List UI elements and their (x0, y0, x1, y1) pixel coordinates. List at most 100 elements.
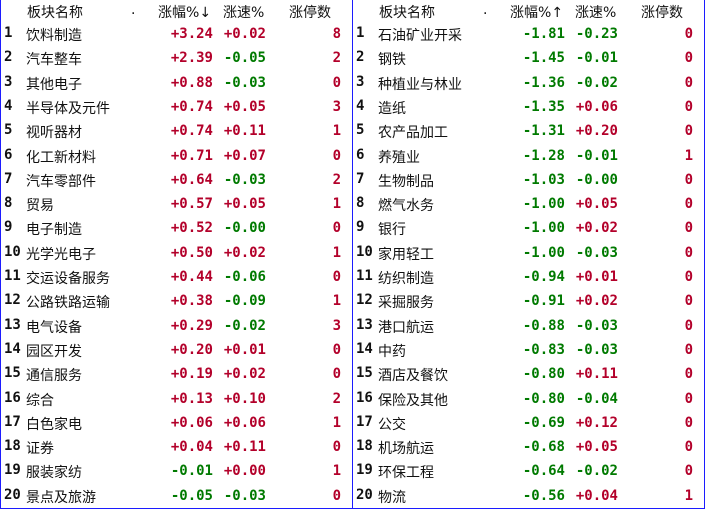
table-row[interactable]: 15 通信服务 +0.19 +0.02 0 (1, 362, 352, 386)
limit-up-count: 0 (684, 341, 693, 358)
row-index: 16 (4, 389, 21, 406)
row-index: 12 (356, 292, 373, 309)
limit-up-count: 1 (684, 487, 693, 504)
table-row[interactable]: 5 农产品加工 -1.31 +0.20 0 (353, 119, 704, 143)
limit-up-count: 0 (684, 414, 693, 431)
change-speed: +0.02 (575, 220, 618, 237)
limit-up-count: 0 (684, 366, 693, 383)
col-header-stop[interactable]: 涨停数 (641, 2, 683, 22)
sector-name: 燃气水务 (378, 198, 434, 215)
sector-name: 交运设备服务 (26, 271, 110, 287)
col-header-name[interactable]: 板块名称 (27, 2, 83, 22)
sort-desc-icon[interactable]: ↓ (199, 5, 211, 21)
limit-up-count: 0 (332, 220, 341, 237)
table-row[interactable]: 11 交运设备服务 +0.44 -0.06 0 (1, 265, 352, 289)
change-pct: +0.04 (170, 439, 213, 456)
change-pct: -0.05 (170, 487, 213, 504)
table-row[interactable]: 9 银行 -1.00 +0.02 0 (353, 216, 704, 240)
table-row[interactable]: 14 园区开发 +0.20 +0.01 0 (1, 338, 352, 362)
table-row[interactable]: 10 家用轻工 -1.00 -0.03 0 (353, 241, 704, 265)
table-row[interactable]: 12 采掘服务 -0.91 +0.02 0 (353, 289, 704, 313)
col-header-stop[interactable]: 涨停数 (289, 2, 331, 22)
sector-name: 证券 (26, 441, 54, 458)
table-row[interactable]: 2 钢铁 -1.45 -0.01 0 (353, 46, 704, 70)
change-speed: -0.05 (223, 50, 266, 67)
col-header-spd[interactable]: 涨速% (575, 2, 616, 22)
table-row[interactable]: 13 电气设备 +0.29 -0.02 3 (1, 314, 352, 338)
table-row[interactable]: 13 港口航运 -0.88 -0.03 0 (353, 314, 704, 338)
table-row[interactable]: 6 养殖业 -1.28 -0.01 1 (353, 144, 704, 168)
table-row[interactable]: 8 贸易 +0.57 +0.05 1 (1, 192, 352, 216)
table-row[interactable]: 17 公交 -0.69 +0.12 0 (353, 411, 704, 435)
change-speed: +0.05 (575, 439, 618, 456)
row-index: 6 (356, 146, 365, 163)
change-speed: +0.20 (575, 123, 618, 140)
col-header-pct-label: 涨幅% (510, 5, 552, 21)
table-row[interactable]: 15 酒店及餐饮 -0.80 +0.11 0 (353, 362, 704, 386)
row-index: 19 (356, 462, 373, 479)
table-row[interactable]: 20 景点及旅游 -0.05 -0.03 0 (1, 484, 352, 508)
change-speed: -0.02 (575, 74, 618, 91)
row-index: 14 (4, 340, 21, 357)
table-row[interactable]: 7 汽车零部件 +0.64 -0.03 2 (1, 168, 352, 192)
table-row[interactable]: 19 服装家纺 -0.01 +0.00 1 (1, 459, 352, 483)
table-row[interactable]: 6 化工新材料 +0.71 +0.07 0 (1, 144, 352, 168)
table-row[interactable]: 4 半导体及元件 +0.74 +0.05 3 (1, 95, 352, 119)
col-header-name[interactable]: 板块名称 (379, 2, 435, 22)
change-pct: -1.35 (522, 98, 565, 115)
col-header-pct[interactable]: 涨幅%↑ (510, 2, 563, 22)
row-index: 5 (356, 122, 365, 139)
table-row[interactable]: 17 白色家电 +0.06 +0.06 1 (1, 411, 352, 435)
table-row[interactable]: 12 公路铁路运输 +0.38 -0.09 1 (1, 289, 352, 313)
change-pct: -1.81 (522, 26, 565, 42)
col-header-pct[interactable]: 涨幅%↓ (158, 2, 211, 22)
sort-asc-icon[interactable]: ↑ (551, 5, 563, 21)
change-speed: +0.02 (223, 26, 266, 42)
left-header-row: 板块名称 . 涨幅%↓ 涨速% 涨停数 (1, 0, 352, 22)
change-pct: -0.91 (522, 293, 565, 310)
table-row[interactable]: 1 石油矿业开采 -1.81 -0.23 0 (353, 22, 704, 46)
row-index: 11 (356, 268, 373, 284)
sector-name: 钢铁 (378, 52, 406, 69)
change-pct: -0.68 (522, 439, 565, 456)
table-row[interactable]: 8 燃气水务 -1.00 +0.05 0 (353, 192, 704, 216)
table-row[interactable]: 1 饮料制造 +3.24 +0.02 8 (1, 22, 352, 46)
limit-up-count: 0 (684, 123, 693, 140)
limit-up-count: 0 (684, 50, 693, 67)
table-row[interactable]: 9 电子制造 +0.52 -0.00 0 (1, 216, 352, 240)
table-row[interactable]: 5 视听器材 +0.74 +0.11 1 (1, 119, 352, 143)
table-row[interactable]: 14 中药 -0.83 -0.03 0 (353, 338, 704, 362)
table-row[interactable]: 3 种植业与林业 -1.36 -0.02 0 (353, 71, 704, 95)
change-pct: -0.88 (522, 317, 565, 334)
table-row[interactable]: 4 造纸 -1.35 +0.06 0 (353, 95, 704, 119)
change-pct: -0.64 (522, 463, 565, 480)
change-speed: -0.23 (575, 26, 618, 42)
table-row[interactable]: 16 保险及其他 -0.80 -0.04 0 (353, 387, 704, 411)
table-row[interactable]: 18 证券 +0.04 +0.11 0 (1, 435, 352, 459)
row-index: 1 (4, 25, 13, 41)
table-row[interactable]: 19 环保工程 -0.64 -0.02 0 (353, 459, 704, 483)
row-index: 12 (4, 292, 21, 309)
table-row[interactable]: 2 汽车整车 +2.39 -0.05 2 (1, 46, 352, 70)
table-row[interactable]: 3 其他电子 +0.88 -0.03 0 (1, 71, 352, 95)
limit-up-count: 0 (684, 317, 693, 334)
row-index: 19 (4, 462, 21, 479)
sector-name: 物流 (378, 489, 406, 506)
row-index: 15 (356, 365, 373, 382)
table-row[interactable]: 11 纺织制造 -0.94 +0.01 0 (353, 265, 704, 289)
limit-up-count: 1 (332, 123, 341, 140)
table-row[interactable]: 18 机场航运 -0.68 +0.05 0 (353, 435, 704, 459)
table-row[interactable]: 20 物流 -0.56 +0.04 1 (353, 484, 704, 508)
change-pct: +0.64 (170, 171, 213, 188)
change-speed: -0.04 (575, 390, 618, 407)
row-index: 3 (356, 73, 365, 90)
col-header-spd[interactable]: 涨速% (223, 2, 264, 22)
table-row[interactable]: 10 光学光电子 +0.50 +0.02 1 (1, 241, 352, 265)
table-row[interactable]: 7 生物制品 -1.03 -0.00 0 (353, 168, 704, 192)
change-speed: -0.06 (223, 269, 266, 285)
table-row[interactable]: 16 综合 +0.13 +0.10 2 (1, 387, 352, 411)
limit-up-count: 0 (684, 196, 693, 213)
limit-up-count: 0 (684, 171, 693, 188)
change-pct: +0.29 (170, 317, 213, 334)
row-index: 8 (356, 195, 365, 212)
